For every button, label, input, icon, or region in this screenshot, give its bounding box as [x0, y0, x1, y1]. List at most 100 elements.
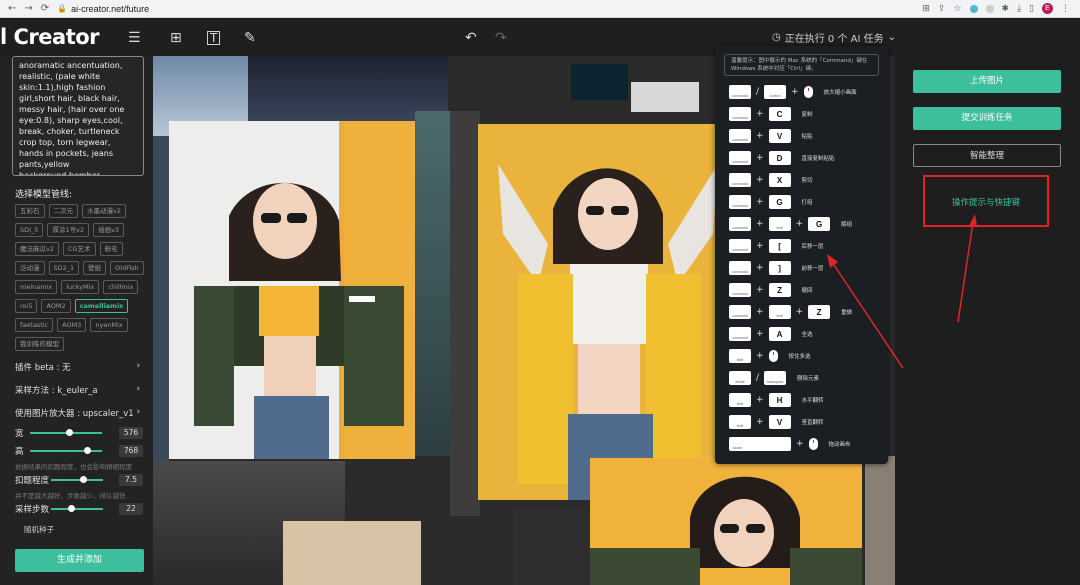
- width-slider-row: 宽 576: [15, 426, 143, 440]
- random-seed-toggle[interactable]: 随机种子: [24, 524, 54, 535]
- undo-icon[interactable]: ↶: [465, 30, 477, 46]
- width-slider[interactable]: [30, 429, 102, 436]
- shortcut-row: command +] 前移一层: [729, 260, 824, 276]
- model-chip[interactable]: chillmix: [103, 280, 139, 294]
- height-slider[interactable]: [30, 447, 102, 454]
- shortcut-label: 粘贴: [801, 134, 813, 140]
- share-icon[interactable]: ⇪: [938, 4, 946, 14]
- canvas-image-thumb-figures[interactable]: [631, 82, 699, 112]
- key-separator: +: [756, 197, 764, 207]
- forward-icon[interactable]: →: [24, 3, 32, 14]
- canvas-image-girl-jacket-1[interactable]: [169, 121, 415, 459]
- key-separator: +: [756, 285, 764, 295]
- browser-nav: ← → ⟳: [8, 3, 49, 14]
- model-chip[interactable]: 水墨动漫v2: [82, 204, 126, 218]
- key-separator: +: [756, 131, 764, 141]
- steps-value-input[interactable]: 22: [119, 503, 143, 515]
- key-cap: shift: [768, 217, 791, 231]
- translate-icon[interactable]: ⊞: [922, 4, 930, 14]
- guidance-value-input[interactable]: 7.5: [119, 474, 143, 486]
- model-chip[interactable]: meinamix: [15, 280, 58, 294]
- model-chip[interactable]: rei5: [15, 299, 38, 313]
- key-cap: A: [768, 327, 791, 341]
- upscaler-select[interactable]: 使用图片放大器 : upscaler_v1 ›: [15, 407, 140, 419]
- canvas-image-dark-tile[interactable]: [513, 508, 593, 585]
- shortcut-label: 前移一层: [801, 266, 824, 272]
- width-slider-handle[interactable]: [66, 429, 74, 436]
- height-slider-handle[interactable]: [84, 447, 92, 454]
- model-chip[interactable]: 壁纸: [83, 261, 107, 275]
- key-separator: /: [756, 87, 760, 97]
- model-chip[interactable]: nyanMix: [90, 318, 128, 332]
- canvas-image-gap-strip[interactable]: [450, 111, 480, 516]
- guidance-slider[interactable]: [51, 476, 103, 483]
- url-text[interactable]: ai-creator.net/future: [71, 4, 149, 14]
- key-separator: +: [796, 439, 804, 449]
- model-chip[interactable]: 二次元: [48, 204, 78, 218]
- steps-hint: 并不是越大越好，步数越少，排队越快: [15, 492, 126, 500]
- task-status[interactable]: ◷ 正在执行 0 个 AI 任务 ⌄: [772, 30, 896, 45]
- model-chip[interactable]: faetastic: [15, 318, 54, 332]
- app-logo[interactable]: l Creator: [0, 25, 100, 49]
- text-tool-icon[interactable]: T: [207, 31, 221, 45]
- canvas-image-girl-sunglasses-3[interactable]: [590, 458, 862, 585]
- model-chip[interactable]: SD2_1: [48, 261, 80, 275]
- prompt-textarea[interactable]: anoramatic ancentuation, realistic, (pal…: [12, 56, 144, 176]
- key-cap: D: [768, 151, 791, 165]
- shortcut-note: 温馨提示：图中展示的 Mac 系统的「Command」键在 Windows 系统…: [724, 54, 879, 76]
- steps-slider-handle[interactable]: [68, 505, 76, 512]
- address-bar[interactable]: 🔒 ai-creator.net/future: [57, 4, 149, 14]
- model-chip[interactable]: 泛动漫: [15, 261, 45, 275]
- guidance-slider-row: 扣题程度 7.5: [15, 473, 143, 487]
- menu-dots-icon[interactable]: ⋮: [1061, 4, 1070, 14]
- shortcut-label: 重做: [841, 310, 853, 316]
- key-cap: command: [729, 305, 751, 319]
- model-chip[interactable]: 我训练的模型: [15, 337, 64, 351]
- extension-icon[interactable]: [969, 4, 978, 13]
- model-chip[interactable]: AOM2: [41, 299, 71, 313]
- redo-icon[interactable]: ↷: [495, 30, 507, 46]
- submit-training-button[interactable]: 提交训练任务: [913, 107, 1061, 130]
- puzzle-icon[interactable]: ✱: [1002, 4, 1010, 14]
- model-chip[interactable]: 五彩石: [15, 204, 45, 218]
- back-icon[interactable]: ←: [8, 3, 16, 14]
- canvas-image-thumb-blue[interactable]: [571, 64, 628, 100]
- profile-avatar[interactable]: E: [1042, 3, 1053, 14]
- model-chip[interactable]: luckyMix: [61, 280, 100, 294]
- sidebar-icon[interactable]: ▯: [1029, 4, 1034, 14]
- canvas-image-teal-strip[interactable]: [415, 111, 452, 456]
- key-cap: delete: [729, 371, 751, 385]
- generate-add-button[interactable]: 生成并添加: [15, 549, 144, 572]
- guidance-slider-handle[interactable]: [79, 476, 87, 483]
- menu-icon[interactable]: ☰: [128, 30, 141, 46]
- brush-icon[interactable]: ✎: [244, 30, 256, 46]
- height-value-input[interactable]: 768: [119, 445, 143, 457]
- steps-label: 采样步数: [15, 505, 50, 515]
- download-icon[interactable]: ⤓: [1017, 4, 1021, 14]
- add-image-icon[interactable]: ⊞: [170, 30, 182, 46]
- model-chip[interactable]: 插画v3: [93, 223, 125, 237]
- extension-icon-2[interactable]: [985, 4, 994, 13]
- smart-organize-button[interactable]: 智能整理: [913, 144, 1061, 167]
- canvas-image-girl-jacket-2[interactable]: [478, 124, 715, 500]
- figure-illustration-3: [590, 476, 862, 585]
- model-chip[interactable]: OldFish: [110, 261, 144, 275]
- model-chip[interactable]: camelliamix: [74, 299, 129, 313]
- settings-panel: anoramatic ancentuation, realistic, (pal…: [0, 56, 153, 585]
- star-icon[interactable]: ☆: [953, 4, 961, 14]
- model-chip[interactable]: 魔法麻瓜v2: [15, 242, 59, 256]
- steps-slider[interactable]: [51, 505, 103, 512]
- model-chip[interactable]: CG艺术: [62, 242, 96, 256]
- shortcut-help-link[interactable]: 操作提示与快捷键: [923, 196, 1049, 208]
- model-chip[interactable]: 厚涂1号v2: [47, 223, 90, 237]
- model-chip[interactable]: 粉毛: [99, 242, 123, 256]
- canvas-image-right-edge[interactable]: [865, 456, 895, 585]
- width-value-input[interactable]: 576: [119, 427, 143, 439]
- model-chip[interactable]: AOM3: [57, 318, 87, 332]
- upload-image-button[interactable]: 上传图片: [913, 70, 1061, 93]
- sampler-select[interactable]: 采样方法 : k_euler_a ›: [15, 384, 140, 396]
- model-chip[interactable]: SDI_5: [15, 223, 44, 237]
- plugin-select[interactable]: 插件 beta : 无 ›: [15, 361, 140, 373]
- canvas-image-face-closeup[interactable]: [283, 521, 421, 585]
- reload-icon[interactable]: ⟳: [41, 3, 49, 14]
